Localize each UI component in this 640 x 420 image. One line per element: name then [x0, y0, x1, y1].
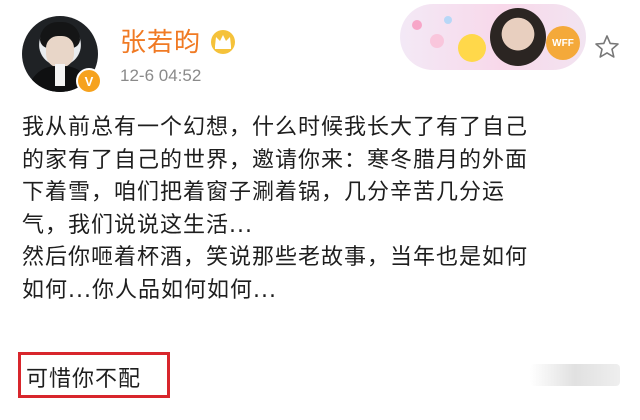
watermark — [530, 364, 620, 386]
post-text-line: 我从前总有一个幻想，什么时候我长大了有了自己 — [22, 115, 529, 140]
chick-sticker-icon — [458, 34, 486, 62]
decor-dot — [412, 20, 422, 30]
card-skin-portrait — [490, 8, 546, 66]
post-text-line: 的家有了自己的世界，邀请你来：寒冬腊月的外面 — [22, 147, 529, 173]
wff-badge: WFF — [546, 26, 580, 60]
highlighted-line: 可惜你不配 — [26, 367, 142, 392]
username[interactable]: 张若昀 — [120, 22, 201, 59]
post-timestamp[interactable]: 12-6 04:52 — [120, 66, 201, 86]
decor-dot — [444, 16, 452, 24]
post-text-line: 气，我们说说这生活... — [22, 212, 253, 238]
star-icon[interactable] — [594, 34, 620, 60]
post-body: 我从前总有一个幻想，什么时候我长大了有了自己 的家有了自己的世界，邀请你来：寒冬… — [22, 112, 622, 307]
card-skin-decoration: WFF — [400, 4, 586, 70]
decor-dot — [430, 34, 444, 48]
post-text-line: 然后你咂着杯酒，笑说那些老故事，当年也是如何 — [22, 245, 529, 270]
verified-badge-icon: V — [76, 68, 102, 94]
post-text-line: 下着雪，咱们把着窗子涮着锅，几分辛苦几分运 — [22, 180, 506, 205]
crown-icon — [211, 30, 235, 54]
weibo-post-card: V 张若昀 12-6 04:52 WFF 我从前总有一个幻想，什么时候我长大了有… — [0, 0, 640, 420]
avatar-shirt — [55, 64, 65, 86]
post-text-line: 如何...你人品如何如何... — [22, 277, 277, 303]
